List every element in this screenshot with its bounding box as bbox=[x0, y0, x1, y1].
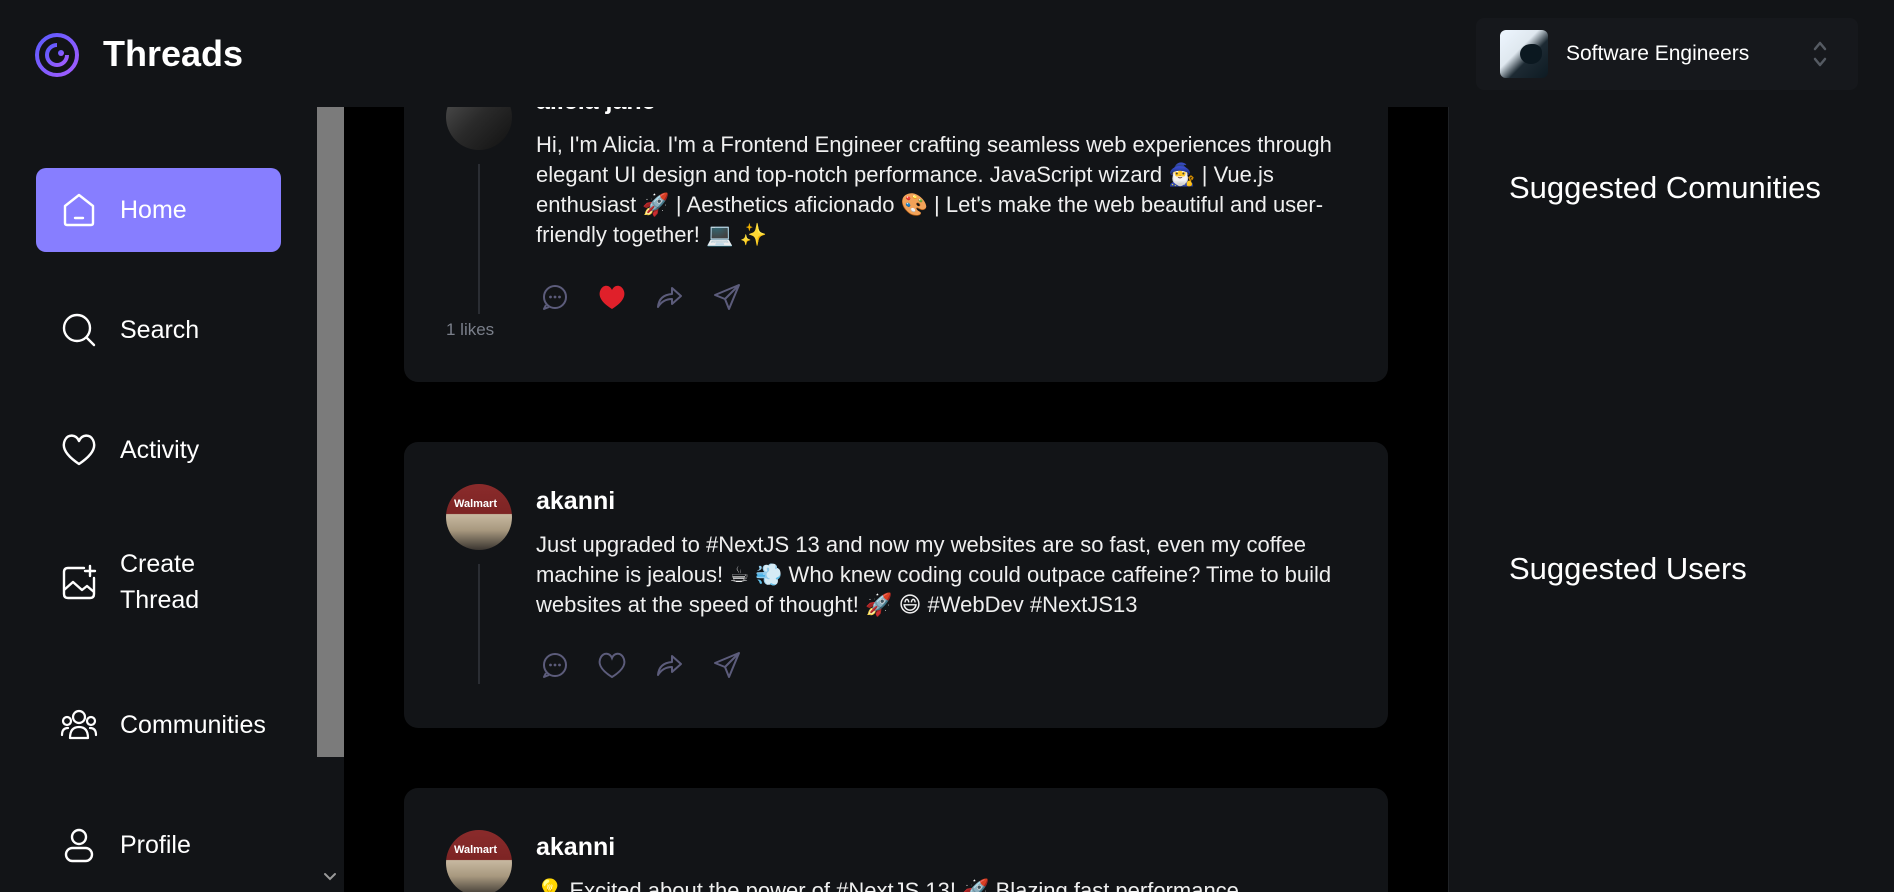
search-icon bbox=[62, 313, 96, 347]
avatar[interactable]: Walmart bbox=[446, 484, 512, 550]
threads-logo-icon[interactable] bbox=[34, 32, 80, 78]
reply-icon[interactable] bbox=[540, 282, 570, 312]
create-thread-icon bbox=[62, 564, 97, 600]
avatar-store-sign-icon: Walmart bbox=[454, 498, 497, 510]
reply-icon[interactable] bbox=[540, 650, 570, 680]
sidebar-item-communities[interactable]: Communities bbox=[36, 683, 281, 767]
sidebar-item-activity[interactable]: Activity bbox=[36, 408, 281, 492]
heart-icon bbox=[62, 434, 96, 466]
sidebar-item-label: Communities bbox=[120, 711, 266, 739]
communities-icon bbox=[60, 709, 98, 740]
thread-content: 💡 Excited about the power of #NextJS 13!… bbox=[536, 878, 1239, 892]
thread-author[interactable]: akanni bbox=[536, 832, 615, 862]
suggested-communities-title: Suggested Comunities bbox=[1509, 170, 1821, 205]
sidebar-item-label: Create Thread bbox=[120, 550, 200, 614]
avatar[interactable]: Walmart bbox=[446, 830, 512, 892]
left-sidebar: Home Search Activity Create Thread Commu… bbox=[0, 107, 317, 892]
profile-icon bbox=[64, 828, 94, 863]
sidebar-item-profile[interactable]: Profile bbox=[36, 803, 281, 887]
share-icon[interactable] bbox=[712, 650, 742, 680]
sidebar-item-create-thread[interactable]: Create Thread bbox=[36, 528, 281, 638]
share-icon[interactable] bbox=[712, 282, 742, 312]
heart-filled-icon[interactable] bbox=[597, 282, 627, 312]
sidebar-scrollbar-thumb[interactable] bbox=[317, 107, 344, 757]
organization-avatar bbox=[1500, 30, 1548, 78]
chevron-up-down-icon bbox=[1813, 41, 1827, 67]
thread-card: Walmart akanni Just upgraded to #NextJS … bbox=[404, 442, 1388, 728]
suggested-users-title: Suggested Users bbox=[1509, 551, 1747, 586]
thread-line bbox=[478, 164, 480, 314]
sidebar-item-label: Profile bbox=[120, 831, 191, 859]
top-bar: Threads Software Engineers bbox=[0, 0, 1894, 107]
sidebar-item-label: Home bbox=[120, 196, 187, 224]
repost-icon[interactable] bbox=[654, 282, 684, 312]
thread-actions bbox=[540, 282, 760, 314]
likes-count[interactable]: 1 likes bbox=[446, 320, 494, 340]
heart-icon[interactable] bbox=[597, 650, 627, 680]
sidebar-item-label: Activity bbox=[120, 436, 200, 464]
thread-actions bbox=[540, 650, 760, 682]
app-title[interactable]: Threads bbox=[103, 33, 243, 75]
thread-card: alicia jane Hi, I'm Alicia. I'm a Fronte… bbox=[404, 60, 1388, 382]
avatar-store-sign-icon: Walmart bbox=[454, 844, 497, 856]
organization-switcher[interactable]: Software Engineers bbox=[1476, 18, 1858, 90]
thread-line bbox=[478, 564, 480, 684]
thread-content: Hi, I'm Alicia. I'm a Frontend Engineer … bbox=[536, 132, 1332, 247]
sidebar-item-search[interactable]: Search bbox=[36, 288, 281, 372]
sidebar-item-home[interactable]: Home bbox=[36, 168, 281, 252]
thread-card: Walmart akanni 💡 Excited about the power… bbox=[404, 788, 1388, 892]
organization-name: Software Engineers bbox=[1566, 42, 1750, 65]
scroll-down-arrow-icon[interactable] bbox=[322, 870, 338, 884]
repost-icon[interactable] bbox=[654, 650, 684, 680]
thread-content: Just upgraded to #NextJS 13 and now my w… bbox=[536, 532, 1332, 617]
sidebar-item-label: Search bbox=[120, 316, 200, 344]
home-icon bbox=[63, 193, 95, 227]
thread-author[interactable]: akanni bbox=[536, 486, 615, 516]
right-sidebar: Suggested Comunities Suggested Users bbox=[1448, 107, 1894, 892]
